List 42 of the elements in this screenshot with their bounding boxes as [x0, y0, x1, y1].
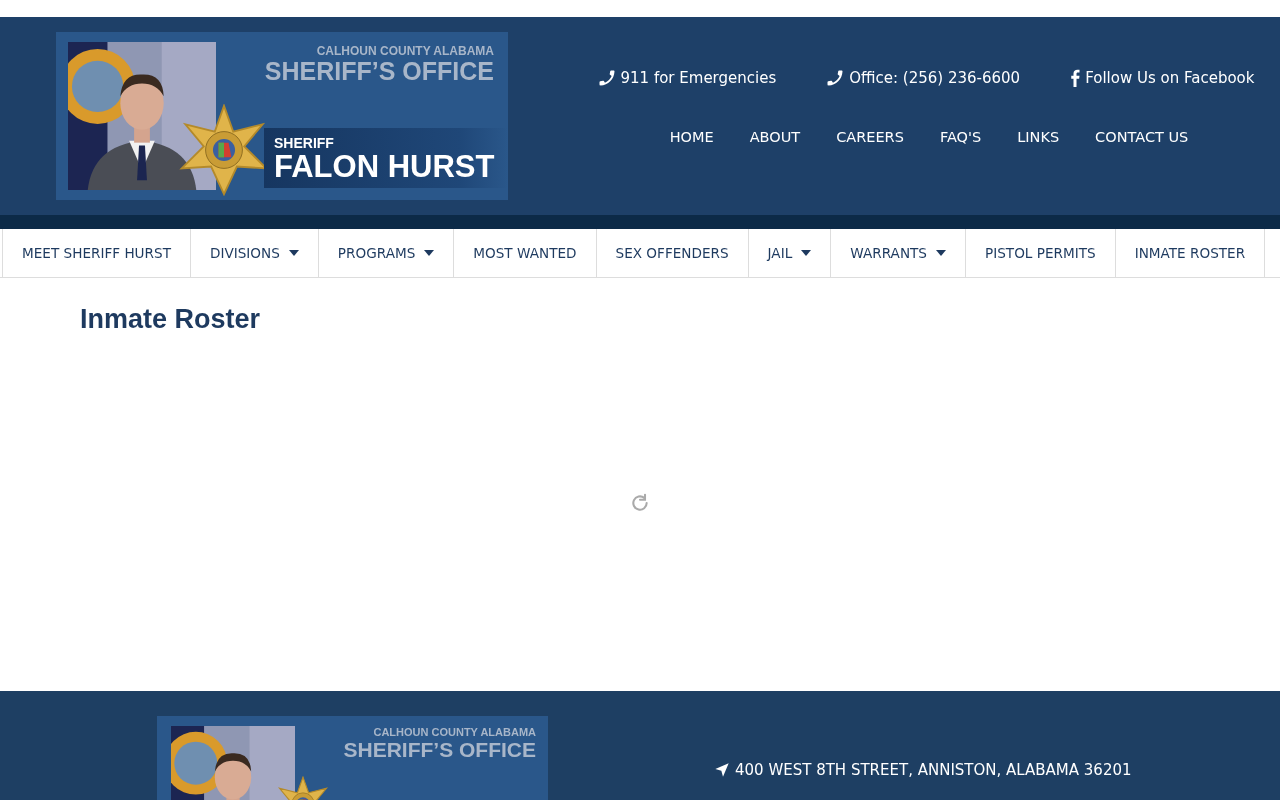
main-nav-item[interactable]: INMATE ROSTER: [1114, 229, 1266, 277]
loading-spinner-icon: [630, 493, 650, 513]
phone-icon: [826, 69, 845, 87]
logo-office-text: SHERIFF’S OFFICE: [343, 738, 536, 762]
main-nav-item[interactable]: JAIL: [747, 229, 832, 277]
nav-label: MEET SHERIFF HURST: [22, 245, 171, 261]
logo-rank-text: SHERIFF: [274, 134, 335, 151]
sheriff-logo-banner[interactable]: CALHOUN COUNTY ALABAMA SHERIFF’S OFFICE SHERIFF FALON HURST: [56, 32, 508, 200]
logo-name-text: FALON HURST: [274, 150, 496, 182]
top-nav-link[interactable]: HOME: [669, 129, 714, 145]
nav-label: JAIL: [767, 245, 793, 261]
nav-label: PROGRAMS: [337, 245, 416, 261]
top-nav-link[interactable]: CAREERS: [836, 129, 904, 145]
nav-label: DIVISIONS: [209, 245, 280, 261]
top-nav-link[interactable]: CONTACT US: [1095, 129, 1189, 145]
top-nav-link[interactable]: ABOUT: [749, 129, 801, 145]
nav-label: PISTOL PERMITS: [985, 245, 1096, 261]
main-nav-item[interactable]: MOST WANTED: [453, 229, 597, 277]
page-title: Inmate Roster: [80, 304, 262, 335]
main-nav-item[interactable]: PISTOL PERMITS: [965, 229, 1116, 277]
main-nav-item[interactable]: DIVISIONS: [189, 229, 319, 277]
phone-icon: [597, 69, 616, 87]
logo-county-text: CALHOUN COUNTY ALABAMA: [316, 44, 494, 58]
logo-office-text: SHERIFF’S OFFICE: [264, 58, 494, 86]
nav-label: MOST WANTED: [473, 245, 577, 261]
top-nav-link[interactable]: LINKS: [1017, 129, 1060, 145]
nav-label: WARRANTS: [850, 245, 927, 261]
logo-county-text: CALHOUN COUNTY ALABAMA: [373, 726, 536, 738]
nav-label: INMATE ROSTER: [1134, 245, 1246, 261]
caret-icon: [801, 250, 812, 256]
caret-icon: [936, 250, 946, 256]
facebook-icon: [1070, 69, 1081, 87]
nav-label: SEX OFFENDERS: [615, 245, 729, 261]
address-text: 400 WEST 8TH STREET, ANNISTON, ALABAMA 36201: [735, 761, 1132, 779]
main-nav-item[interactable]: SEX OFFENDERS: [595, 229, 749, 277]
caret-icon: [424, 250, 435, 256]
caret-icon: [288, 250, 299, 256]
top-nav-link[interactable]: FAQ'S: [939, 129, 982, 145]
main-nav-item[interactable]: WARRANTS: [830, 229, 966, 277]
location-arrow-icon: [714, 762, 730, 778]
main-nav-item[interactable]: PROGRAMS: [317, 229, 455, 277]
main-nav-item[interactable]: MEET SHERIFF HURST: [2, 229, 191, 277]
